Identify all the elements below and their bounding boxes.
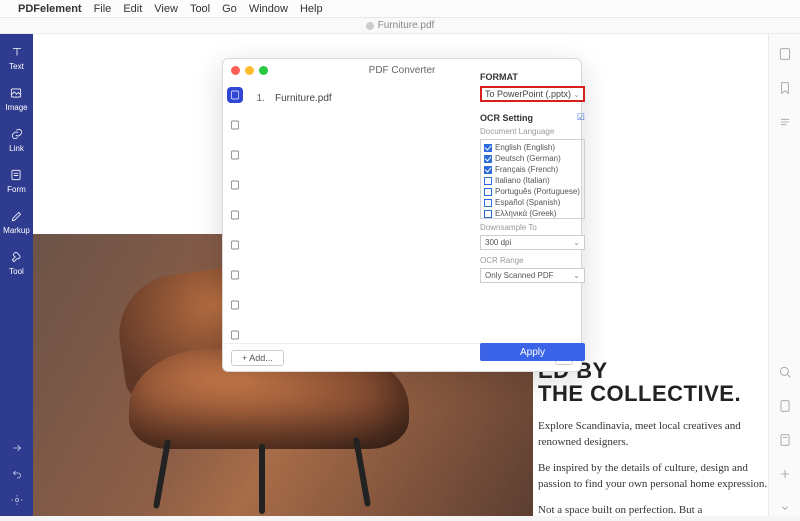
- sidebar-item-label: Tool: [9, 267, 24, 276]
- language-checkbox[interactable]: [484, 144, 492, 152]
- language-list[interactable]: English (English) Deutsch (German) Franç…: [480, 139, 585, 219]
- language-row[interactable]: Português (Portuguese): [484, 186, 581, 197]
- sidebar-settings-icon[interactable]: [9, 492, 25, 508]
- language-checkbox[interactable]: [484, 188, 492, 196]
- app-name[interactable]: PDFelement: [18, 3, 82, 15]
- filetype-html-icon[interactable]: [227, 267, 243, 283]
- filetype-text-icon[interactable]: [227, 207, 243, 223]
- filetype-other-icon[interactable]: [227, 327, 243, 343]
- ocr-enable-checkbox[interactable]: ☑: [577, 112, 585, 123]
- ocr-range-select[interactable]: Only Scanned PDF ⌄: [480, 268, 585, 283]
- menubar: PDFelement File Edit View Tool Go Window…: [0, 0, 800, 18]
- file-index: 1.: [253, 93, 265, 104]
- menu-file[interactable]: File: [94, 3, 112, 15]
- ocr-setting-label: OCR Setting: [480, 113, 533, 123]
- chevron-down-icon: ⌄: [573, 238, 580, 247]
- filetype-sidebar: [223, 81, 247, 343]
- language-checkbox[interactable]: [484, 177, 492, 185]
- menu-edit[interactable]: Edit: [123, 3, 142, 15]
- language-checkbox[interactable]: [484, 199, 492, 207]
- right-sidebar: [768, 34, 800, 516]
- filetype-excel-icon[interactable]: [227, 117, 243, 133]
- sidebar-item-label: Text: [9, 62, 24, 71]
- sidebar-item-markup[interactable]: Markup: [3, 208, 30, 235]
- format-select-value: To PowerPoint (.pptx): [485, 89, 571, 99]
- document-tab-title[interactable]: Furniture.pdf: [378, 20, 435, 31]
- form-icon: [8, 167, 24, 183]
- menu-tool[interactable]: Tool: [190, 3, 210, 15]
- add-panel-icon[interactable]: [777, 466, 793, 482]
- menu-window[interactable]: Window: [249, 3, 288, 15]
- language-checkbox[interactable]: [484, 166, 492, 174]
- format-select[interactable]: To PowerPoint (.pptx) ⌄: [480, 86, 585, 102]
- filetype-word-icon[interactable]: [227, 87, 243, 103]
- comments-panel-icon[interactable]: [777, 114, 793, 130]
- chevron-down-icon: ⌄: [573, 90, 580, 99]
- language-row[interactable]: Deutsch (German): [484, 153, 581, 164]
- menu-view[interactable]: View: [154, 3, 178, 15]
- filetype-image-icon[interactable]: [227, 177, 243, 193]
- doc-paragraph: Explore Scandinavia, meet local creative…: [538, 419, 768, 451]
- chevron-down-icon: ⌄: [573, 271, 580, 280]
- downsample-value: 300 dpi: [485, 238, 511, 247]
- sidebar-item-label: Markup: [3, 226, 30, 235]
- markup-icon: [9, 208, 25, 224]
- sidebar-undo-icon[interactable]: [9, 466, 25, 482]
- language-row[interactable]: Italiano (Italian): [484, 175, 581, 186]
- language-row[interactable]: Español (Spanish): [484, 197, 581, 208]
- sidebar-item-label: Image: [5, 103, 27, 112]
- filetype-ppt-icon[interactable]: [227, 147, 243, 163]
- sidebar-item-label: Link: [9, 144, 24, 153]
- tool-icon: [9, 249, 25, 265]
- doc-paragraph: Be inspired by the details of culture, d…: [538, 461, 768, 493]
- document-language-label: Document Language: [480, 127, 585, 136]
- link-icon: [9, 126, 25, 142]
- doc-paragraph: Not a space built on perfection. But a: [538, 503, 768, 516]
- language-checkbox[interactable]: [484, 210, 492, 218]
- language-row[interactable]: Français (French): [484, 164, 581, 175]
- sidebar-item-form[interactable]: Form: [7, 167, 26, 194]
- more-panel-icon[interactable]: [777, 500, 793, 516]
- add-file-button[interactable]: + Add...: [231, 350, 284, 366]
- text-icon: [9, 44, 25, 60]
- ocr-range-value: Only Scanned PDF: [485, 271, 553, 280]
- sidebar-item-image[interactable]: Image: [5, 85, 27, 112]
- downsample-label: Downsample To: [480, 223, 585, 232]
- thumbnail-panel-icon[interactable]: [777, 46, 793, 62]
- language-checkbox[interactable]: [484, 155, 492, 163]
- document-text-column: ED BYTHE COLLECTIVE. Explore Scandinavia…: [538, 359, 768, 516]
- document-tab-icon: [366, 22, 374, 30]
- menu-go[interactable]: Go: [222, 3, 237, 15]
- bookmark-panel-icon[interactable]: [777, 80, 793, 96]
- language-row[interactable]: Ελληνικά (Greek): [484, 208, 581, 219]
- sidebar-export-icon[interactable]: [9, 440, 25, 456]
- filetype-rtf-icon[interactable]: [227, 297, 243, 313]
- menu-help[interactable]: Help: [300, 3, 323, 15]
- format-label: FORMAT: [480, 72, 585, 82]
- language-row[interactable]: English (English): [484, 142, 581, 153]
- apply-button[interactable]: Apply: [480, 343, 585, 361]
- window-titlebar: Furniture.pdf: [0, 18, 800, 34]
- convert-settings-panel: FORMAT To PowerPoint (.pptx) ⌄ OCR Setti…: [480, 72, 585, 361]
- attachments-panel-icon[interactable]: [777, 398, 793, 414]
- sidebar-item-label: Form: [7, 185, 26, 194]
- left-sidebar: Text Image Link Form Markup Tool: [0, 34, 33, 516]
- sidebar-item-link[interactable]: Link: [9, 126, 25, 153]
- ocr-range-label: OCR Range: [480, 256, 585, 265]
- sidebar-item-text[interactable]: Text: [9, 44, 25, 71]
- sidebar-item-tool[interactable]: Tool: [9, 249, 25, 276]
- image-icon: [8, 85, 24, 101]
- downsample-select[interactable]: 300 dpi ⌄: [480, 235, 585, 250]
- filetype-epub-icon[interactable]: [227, 237, 243, 253]
- stamp-panel-icon[interactable]: [777, 432, 793, 448]
- search-panel-icon[interactable]: [777, 364, 793, 380]
